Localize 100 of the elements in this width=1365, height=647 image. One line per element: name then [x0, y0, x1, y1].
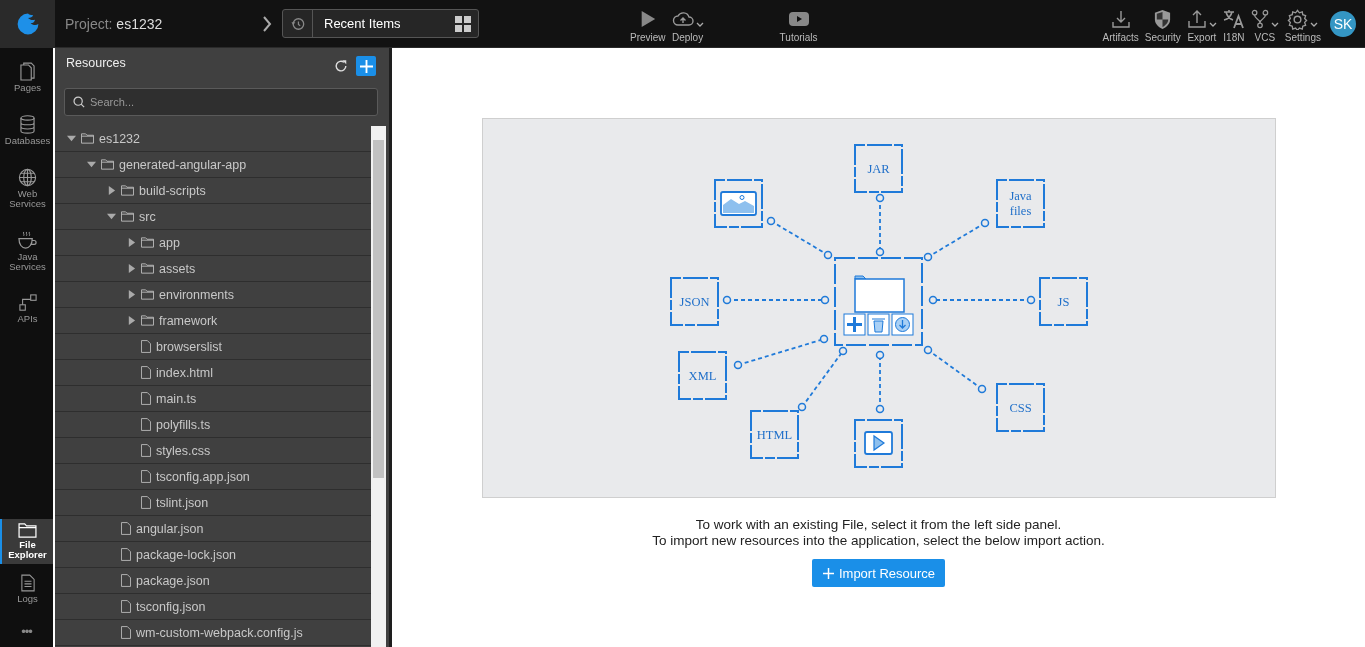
- caret-right-icon[interactable]: [126, 316, 136, 325]
- tree-item[interactable]: tsconfig.json: [55, 594, 371, 620]
- translate-icon: [1222, 9, 1245, 29]
- file-type-tile: JAR: [853, 144, 903, 193]
- folder-icon: [141, 289, 154, 300]
- tree-item[interactable]: browserslist: [55, 334, 371, 360]
- sidebar-item[interactable]: Pages: [0, 58, 53, 97]
- file-icon: [141, 366, 151, 379]
- caret-down-icon[interactable]: [66, 134, 76, 143]
- caret-down-icon[interactable]: [106, 212, 116, 221]
- file-icon: [141, 470, 151, 483]
- sidebar-item[interactable]: Logs: [0, 570, 53, 608]
- tree-item[interactable]: assets: [55, 256, 371, 282]
- caret-icon: [695, 21, 704, 27]
- tree-item[interactable]: generated-angular-app: [55, 152, 371, 178]
- caret-icon: [1208, 21, 1217, 27]
- history-icon: [290, 16, 305, 31]
- add-button[interactable]: [356, 56, 376, 76]
- refresh-icon[interactable]: [334, 59, 348, 73]
- file-icon: [141, 340, 151, 353]
- folder-icon: [141, 315, 154, 326]
- tree-item[interactable]: environments: [55, 282, 371, 308]
- folder-icon: [121, 185, 134, 196]
- sidebar-item[interactable]: Web Services: [0, 164, 53, 213]
- tree-item[interactable]: wm-custom-webpack.config.js: [55, 620, 371, 646]
- toolbar-button[interactable]: Preview: [627, 0, 669, 47]
- recent-items-dropdown[interactable]: Recent Items: [282, 9, 479, 38]
- document-icon: [20, 574, 35, 592]
- folder-icon: [121, 211, 134, 222]
- sidebar-item[interactable]: Java Services: [0, 227, 53, 276]
- folder-icon: [141, 263, 154, 274]
- search-field[interactable]: Search...: [64, 88, 378, 116]
- caret-icon: [1310, 21, 1319, 27]
- tree-item[interactable]: package-lock.json: [55, 542, 371, 568]
- file-icon: [121, 626, 131, 639]
- file-type-tile: XML: [677, 351, 727, 400]
- caret-right-icon[interactable]: [126, 238, 136, 247]
- tree-item[interactable]: tslint.json: [55, 490, 371, 516]
- file-icon: [121, 522, 131, 535]
- folder-icon: [81, 133, 94, 144]
- file-type-tile: JS: [1038, 277, 1088, 326]
- toolbar-button[interactable]: Export: [1183, 0, 1220, 47]
- caret-right-icon[interactable]: [106, 186, 116, 195]
- upload-icon: [1186, 9, 1207, 29]
- sidebar-item[interactable]: APIs: [0, 290, 53, 328]
- connector-line: [875, 193, 884, 257]
- file-icon: [141, 444, 151, 457]
- import-resource-button[interactable]: Import Resource: [811, 559, 946, 587]
- tree-item[interactable]: es1232: [55, 126, 371, 152]
- file-icon: [141, 496, 151, 509]
- toolbar-button[interactable]: I18N: [1219, 0, 1248, 47]
- toolbar-button[interactable]: VCS: [1247, 0, 1282, 47]
- sidebar-item[interactable]: File Explorer: [0, 519, 53, 564]
- project-name: Project: es1232: [65, 15, 164, 32]
- user-avatar[interactable]: SK: [1330, 10, 1356, 37]
- file-type-tile: HTML: [749, 410, 799, 459]
- folder-icon: [18, 523, 37, 538]
- connector-line: [923, 218, 989, 262]
- caret-right-icon[interactable]: [126, 264, 136, 273]
- video-tile: [853, 419, 903, 468]
- plus-icon: [822, 567, 834, 579]
- api-icon: [18, 294, 37, 312]
- page-icon: [20, 62, 35, 81]
- file-icon: [121, 548, 131, 561]
- tree-item[interactable]: angular.json: [55, 516, 371, 542]
- video-icon: [788, 12, 809, 26]
- chevron-right-icon[interactable]: [262, 15, 272, 32]
- sidebar-item[interactable]: Databases: [0, 111, 53, 150]
- tree-item[interactable]: package.json: [55, 568, 371, 594]
- tree-item[interactable]: index.html: [55, 360, 371, 386]
- file-icon: [121, 574, 131, 587]
- file-type-tile: CSS: [995, 383, 1045, 432]
- image-tile: [713, 179, 763, 228]
- download-icon: [1110, 9, 1131, 29]
- toolbar-button[interactable]: Tutorials: [776, 0, 821, 47]
- caret-right-icon[interactable]: [126, 290, 136, 299]
- tree-item[interactable]: styles.css: [55, 438, 371, 464]
- coffee-cup-icon: [18, 231, 37, 250]
- tree-item[interactable]: framework: [55, 308, 371, 334]
- instruction-text: To work with an existing File, select it from the left side panel.: [694, 517, 1063, 533]
- file-icon: [141, 392, 151, 405]
- tree-item[interactable]: app: [55, 230, 371, 256]
- connector-line: [923, 345, 986, 394]
- more-button[interactable]: •••: [0, 614, 53, 643]
- toolbar-button[interactable]: Artifacts: [1099, 0, 1142, 47]
- tree-item[interactable]: polyfills.ts: [55, 412, 371, 438]
- caret-down-icon[interactable]: [86, 160, 96, 169]
- tree-item[interactable]: src: [55, 204, 371, 230]
- tree-item[interactable]: tsconfig.app.json: [55, 464, 371, 490]
- folder-icon: [101, 159, 114, 170]
- file-type-tile: JSON: [669, 277, 719, 326]
- settings-icon: [1287, 8, 1309, 30]
- toolbar-button[interactable]: Security: [1141, 0, 1184, 47]
- tree-item[interactable]: build-scripts: [55, 178, 371, 204]
- toolbar-button[interactable]: Deploy: [668, 0, 707, 47]
- tree-item[interactable]: main.ts: [55, 386, 371, 412]
- scrollbar[interactable]: [371, 126, 386, 647]
- database-icon: [20, 115, 35, 134]
- panel-title: Resources: [66, 56, 127, 70]
- toolbar-button[interactable]: Settings: [1281, 0, 1324, 47]
